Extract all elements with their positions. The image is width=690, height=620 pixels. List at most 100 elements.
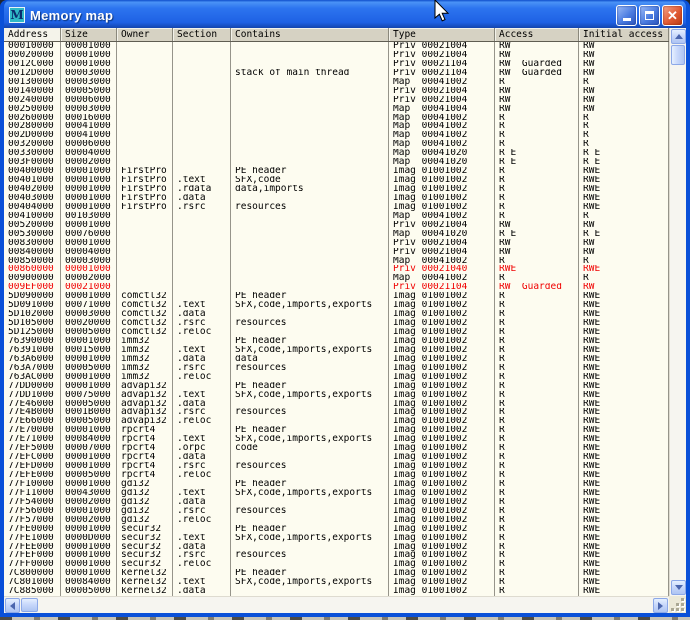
- cell: .text: [173, 176, 231, 185]
- table-row[interactable]: 0026000000016000Map 00041002RR: [4, 114, 669, 123]
- cell: 00001000: [61, 194, 117, 203]
- table-row[interactable]: 0014000000005000Priv 00021004RWRW: [4, 87, 669, 96]
- cell: 5D102000: [4, 310, 61, 319]
- table-row[interactable]: 0040100000001000FirstPro.textSFX,codeIma…: [4, 176, 669, 185]
- titlebar[interactable]: M Memory map ✕: [4, 0, 686, 28]
- table-row[interactable]: 0032000000006000Map 00041002RR: [4, 140, 669, 149]
- cell: R: [495, 114, 579, 123]
- horizontal-scroll-thumb[interactable]: [21, 598, 38, 612]
- table-row[interactable]: 0041000000103000Map 00041002RR: [4, 212, 669, 221]
- close-button[interactable]: ✕: [662, 5, 683, 26]
- table-row[interactable]: 5D12500000005000comctl32.relocImag 01001…: [4, 328, 669, 337]
- column-header-access[interactable]: Access: [495, 28, 579, 41]
- table-row[interactable]: 0013000000003000Map 00041002RR: [4, 78, 669, 87]
- table-row[interactable]: 0040000000001000FirstProPE headerImag 01…: [4, 167, 669, 176]
- table-row[interactable]: 0052000000001000Priv 00021004RWRW: [4, 221, 669, 230]
- table-row[interactable]: 77EFC00000001000rpcrt4.dataImag 01001002…: [4, 453, 669, 462]
- table-row[interactable]: 77DD000000001000advapi32PE headerImag 01…: [4, 382, 669, 391]
- vertical-scroll-thumb[interactable]: [671, 45, 685, 65]
- cell: 00004000: [61, 149, 117, 158]
- table-row[interactable]: 003F000000002000Map 00041020R ER E: [4, 158, 669, 167]
- table-row[interactable]: 7639000000001000imm32PE headerImag 01001…: [4, 337, 669, 346]
- table-row[interactable]: 7C80100000084000kernel32.textSFX,code,im…: [4, 578, 669, 587]
- table-row[interactable]: 77E7000000001000rpcrt4PE headerImag 0100…: [4, 426, 669, 435]
- table-row[interactable]: 763A600000001000imm32.datadataImag 01001…: [4, 355, 669, 364]
- vertical-scrollbar[interactable]: [669, 28, 686, 596]
- table-row[interactable]: 0084000000004000Priv 00021004RWRW: [4, 248, 669, 257]
- table-row[interactable]: 0083000000001000Priv 00021004RWRW: [4, 239, 669, 248]
- table-row[interactable]: 77E4B0000001B000advapi32.rsrcresourcesIm…: [4, 408, 669, 417]
- table-row[interactable]: 77EF500000007000rpcrt4.orpccodeImag 0100…: [4, 444, 669, 453]
- table-row[interactable]: 7C88500000005000kernel32.dataImag 010010…: [4, 587, 669, 596]
- table-row[interactable]: 77E7100000084000rpcrt4.textSFX,code,impo…: [4, 435, 669, 444]
- cell: data,imports: [231, 185, 389, 194]
- scroll-left-button[interactable]: [5, 598, 20, 613]
- cell: SFX,code,imports,exports: [231, 489, 389, 498]
- table-row[interactable]: 0024000000006000Priv 00021004RWRW: [4, 96, 669, 105]
- table-row[interactable]: 5D09100000071000comctl32.textSFX,code,im…: [4, 301, 669, 310]
- table-row[interactable]: 009EF00000021000Priv 00021104RW GuardedR…: [4, 283, 669, 292]
- minimize-button[interactable]: [616, 5, 637, 26]
- table-row[interactable]: 0085000000003000Map 00041002RR: [4, 257, 669, 266]
- table-row[interactable]: 0033000000004000Map 00041020R ER E: [4, 149, 669, 158]
- table-row[interactable]: 0012D00000003000stack of main threadPriv…: [4, 69, 669, 78]
- table-row[interactable]: 77FEF00000001000secur32.rsrcresourcesIma…: [4, 551, 669, 560]
- horizontal-scrollbar[interactable]: [4, 596, 669, 613]
- cell: R: [495, 391, 579, 400]
- scroll-up-button[interactable]: [671, 29, 686, 44]
- table-row[interactable]: 0040200000001000FirstPro.rdatadata,impor…: [4, 185, 669, 194]
- cell: Imag 01001002: [389, 569, 495, 578]
- table-row[interactable]: 77FEE00000001000secur32.dataImag 0100100…: [4, 543, 669, 552]
- table-row[interactable]: 7C80000000001000kernel32PE headerImag 01…: [4, 569, 669, 578]
- column-header-address[interactable]: Address: [4, 28, 61, 41]
- cell: [117, 60, 173, 69]
- table-row[interactable]: 0053000000076000Map 00041020R ER E: [4, 230, 669, 239]
- table-row[interactable]: 5D10200000003000comctl32.dataImag 010010…: [4, 310, 669, 319]
- table-row[interactable]: 002D000000041000Map 00041002RR: [4, 131, 669, 140]
- table-row[interactable]: 763AC00000001000imm32.relocImag 01001002…: [4, 373, 669, 382]
- column-header-initial-access[interactable]: Initial access: [579, 28, 669, 41]
- table-row[interactable]: 77F5700000002000gdi32.relocImag 01001002…: [4, 516, 669, 525]
- table-row[interactable]: 5D10500000020000comctl32.rsrcresourcesIm…: [4, 319, 669, 328]
- table-row[interactable]: 77F5400000002000gdi32.dataImag 01001002R…: [4, 498, 669, 507]
- resize-grip[interactable]: [669, 596, 686, 613]
- column-header-section[interactable]: Section: [173, 28, 231, 41]
- table-row[interactable]: 77FE000000001000secur32PE headerImag 010…: [4, 525, 669, 534]
- vertical-scroll-track[interactable]: [670, 65, 686, 579]
- cell: [117, 158, 173, 167]
- table-row[interactable]: 0012C00000001000Priv 00021104RW GuardedR…: [4, 60, 669, 69]
- table-row[interactable]: 0002000000001000Priv 00021004RWRW: [4, 51, 669, 60]
- scroll-right-button[interactable]: [653, 598, 668, 613]
- table-row[interactable]: 0028000000041000Map 00041002RR: [4, 122, 669, 131]
- horizontal-scroll-track[interactable]: [38, 597, 652, 613]
- table-row[interactable]: 0040400000001000FirstPro.rsrcresourcesIm…: [4, 203, 669, 212]
- table-row[interactable]: 77E4600000005000advapi32.dataImag 010010…: [4, 400, 669, 409]
- table-row[interactable]: 77F1000000001000gdi32PE headerImag 01001…: [4, 480, 669, 489]
- column-header-contains[interactable]: Contains: [231, 28, 389, 41]
- column-header-owner[interactable]: Owner: [117, 28, 173, 41]
- table-row[interactable]: 77EFE00000005000rpcrt4.relocImag 0100100…: [4, 471, 669, 480]
- table-row[interactable]: 77FF000000001000secur32.relocImag 010010…: [4, 560, 669, 569]
- table-row[interactable]: 763A700000005000imm32.rsrcresourcesImag …: [4, 364, 669, 373]
- table-row[interactable]: 0025000000003000Map 00041004RWRW: [4, 105, 669, 114]
- cell: R: [495, 328, 579, 337]
- cell: .rsrc: [173, 551, 231, 560]
- table-row[interactable]: 0086000000001000Priv 00021040RWERWE: [4, 265, 669, 274]
- table-row[interactable]: 77E6600000005000advapi32.relocImag 01001…: [4, 417, 669, 426]
- scroll-down-button[interactable]: [671, 580, 686, 595]
- cell: R: [495, 453, 579, 462]
- table-row[interactable]: 0001000000001000Priv 00021004RWRW: [4, 42, 669, 51]
- table-row[interactable]: 0090000000002000Map 00041002RR: [4, 274, 669, 283]
- table-row[interactable]: 5D09000000001000comctl32PE headerImag 01…: [4, 292, 669, 301]
- column-header-type[interactable]: Type: [389, 28, 495, 41]
- table-row[interactable]: 77F1100000043000gdi32.textSFX,code,impor…: [4, 489, 669, 498]
- table-row[interactable]: 77EFD00000001000rpcrt4.rsrcresourcesImag…: [4, 462, 669, 471]
- cell: R: [495, 131, 579, 140]
- table-row[interactable]: 0040300000001000FirstPro.dataImag 010010…: [4, 194, 669, 203]
- table-row[interactable]: 7639100000015000imm32.textSFX,code,impor…: [4, 346, 669, 355]
- table-row[interactable]: 77F5600000001000gdi32.rsrcresourcesImag …: [4, 507, 669, 516]
- table-row[interactable]: 77DD100000075000advapi32.textSFX,code,im…: [4, 391, 669, 400]
- maximize-button[interactable]: [639, 5, 660, 26]
- table-row[interactable]: 77FE10000000D000secur32.textSFX,code,imp…: [4, 534, 669, 543]
- column-header-size[interactable]: Size: [61, 28, 117, 41]
